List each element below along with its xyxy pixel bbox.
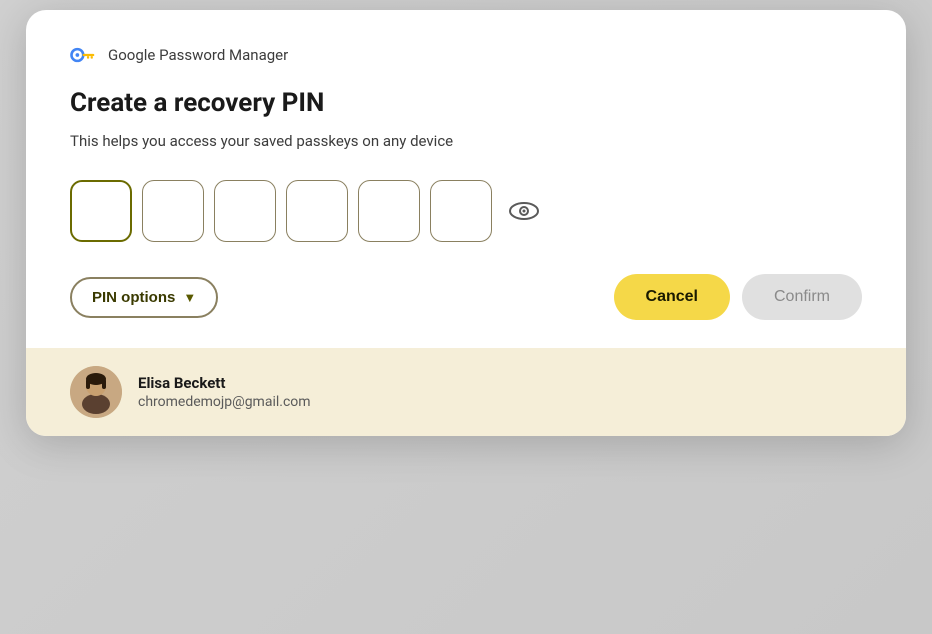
action-buttons: Cancel Confirm [614, 274, 862, 320]
user-footer: Elisa Beckett chromedemojp@gmail.com [26, 348, 906, 436]
confirm-button[interactable]: Confirm [742, 274, 862, 320]
pin-box-3[interactable] [214, 180, 276, 242]
google-key-icon [70, 46, 98, 64]
pin-input-row [70, 180, 862, 242]
eye-icon [509, 200, 539, 222]
pin-box-4[interactable] [286, 180, 348, 242]
toggle-pin-visibility-button[interactable] [506, 193, 542, 229]
pin-options-button[interactable]: PIN options ▼ [70, 277, 218, 318]
modal-header: Google Password Manager [70, 46, 862, 64]
modal-subtitle: This helps you access your saved passkey… [70, 132, 862, 150]
pin-box-5[interactable] [358, 180, 420, 242]
brand-label: Google Password Manager [108, 46, 288, 64]
modal-actions: PIN options ▼ Cancel Confirm [70, 274, 862, 348]
user-info: Elisa Beckett chromedemojp@gmail.com [138, 374, 311, 410]
pin-box-1[interactable] [70, 180, 132, 242]
avatar [70, 366, 122, 418]
user-name: Elisa Beckett [138, 374, 311, 392]
chevron-down-icon: ▼ [183, 290, 196, 305]
pin-box-6[interactable] [430, 180, 492, 242]
modal-title: Create a recovery PIN [70, 88, 862, 118]
pin-options-label: PIN options [92, 289, 175, 306]
pin-box-2[interactable] [142, 180, 204, 242]
recovery-pin-modal: Google Password Manager Create a recover… [26, 10, 906, 436]
cancel-button[interactable]: Cancel [614, 274, 730, 320]
user-email: chromedemojp@gmail.com [138, 394, 311, 410]
